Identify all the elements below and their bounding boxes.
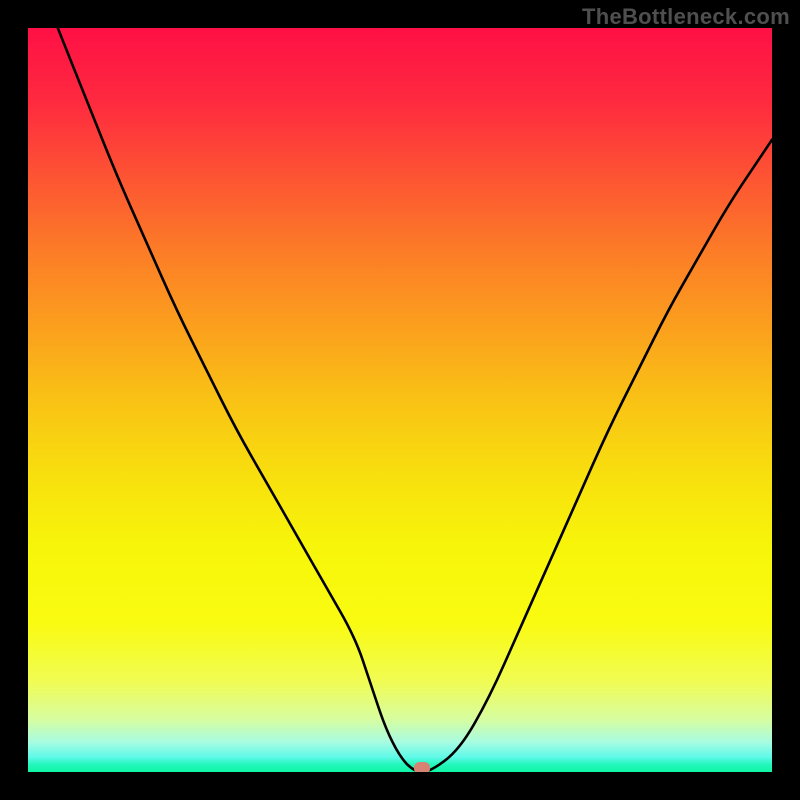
watermark-text: TheBottleneck.com xyxy=(582,4,790,30)
chart-frame: TheBottleneck.com xyxy=(0,0,800,800)
plot-area xyxy=(28,28,772,772)
optimum-marker xyxy=(414,762,430,772)
bottleneck-curve xyxy=(28,28,772,772)
curve-path xyxy=(58,28,772,772)
